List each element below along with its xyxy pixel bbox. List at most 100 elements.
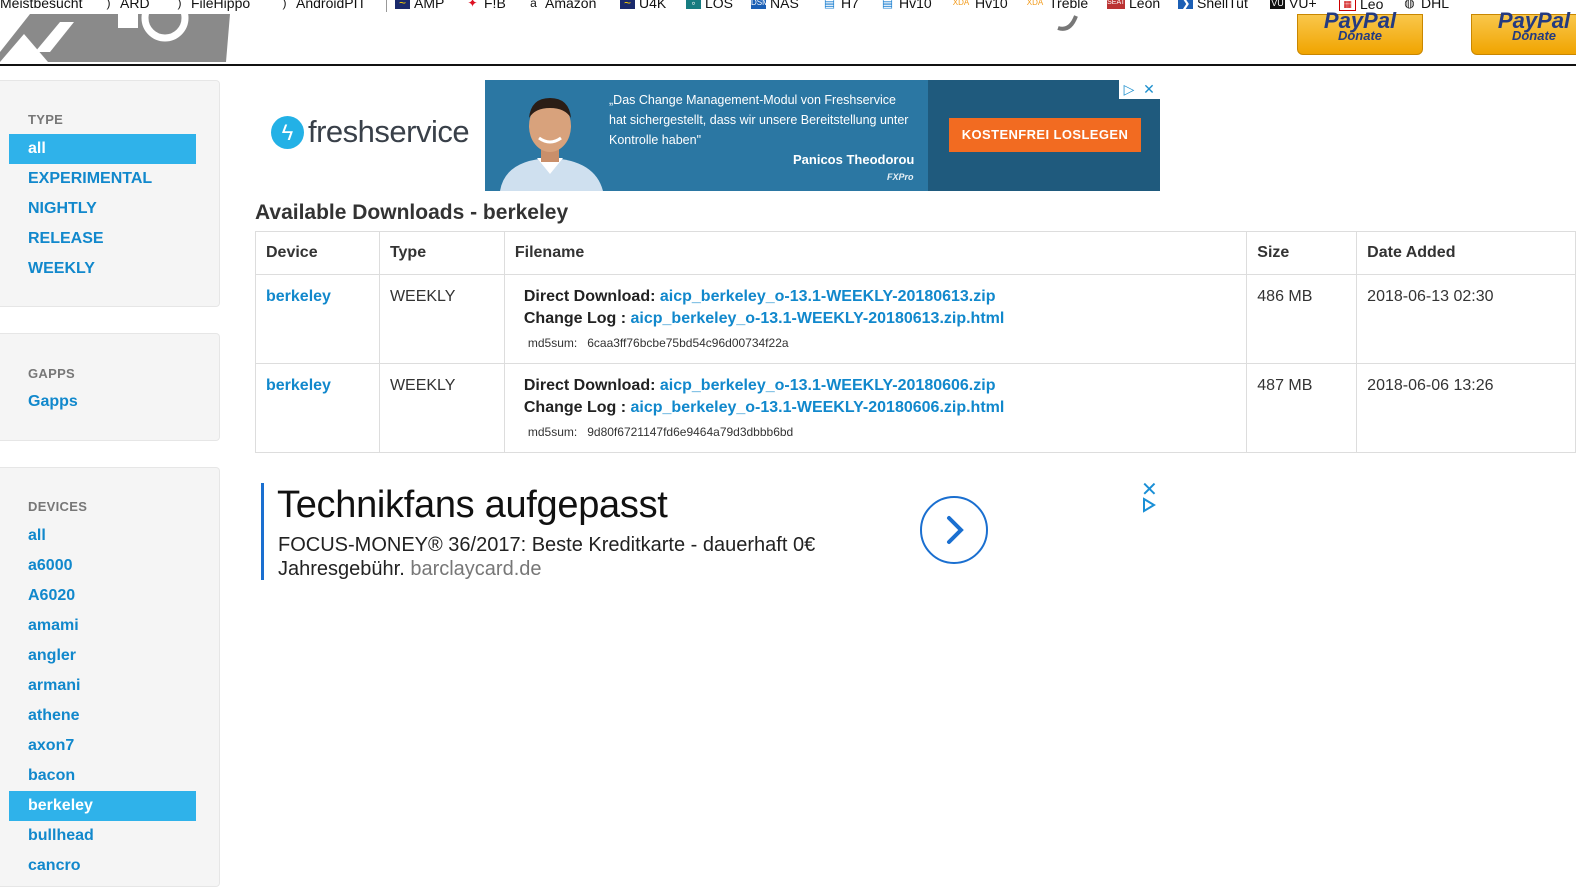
device-item-a6020[interactable]: A6020 [9, 581, 196, 611]
barclaycard-ad[interactable]: Technikfans aufgepasst FOCUS-MONEY® 36/2… [261, 479, 1161, 583]
direct-download-label: Direct Download [523, 288, 651, 305]
bookmark-label: Hv10 [899, 0, 932, 11]
leon-icon: SEAT [1107, 0, 1125, 9]
type-item-release[interactable]: RELEASE [9, 224, 196, 254]
direct-download-link[interactable]: aicp_berkeley_o-13.1-WEEKLY-20180606.zip [660, 377, 996, 394]
bookmark-shelltut[interactable]: ❯ ShellTut [1178, 0, 1248, 10]
date-cell: 2018-06-13 02:30 [1356, 274, 1576, 364]
bolt-icon: ϟ [271, 115, 304, 149]
changelog-label: Change Log [523, 310, 617, 327]
device-item-bullhead[interactable]: bullhead [9, 821, 196, 851]
direct-download-line: Direct Download: aicp_berkeley_o-13.1-WE… [523, 377, 996, 394]
bookmark-treble[interactable]: XDA Treble [1025, 0, 1088, 10]
ad-cta-button[interactable]: KOSTENFREI LOSLEGEN [949, 118, 1141, 152]
md5-value: 9d80f6721147fd6e9464a79d3dbbb6bd [587, 425, 794, 439]
bookmark-ard[interactable]: ) ARD [101, 0, 150, 11]
bookmark-nas[interactable]: DSM NAS [751, 0, 799, 11]
device-item-axon7[interactable]: axon7 [9, 731, 196, 761]
freshservice-logo[interactable]: ϟ freshservice [271, 114, 470, 150]
bookmark-separator [386, 0, 387, 12]
device-item-berkeley[interactable]: berkeley [9, 791, 196, 821]
size-cell: 487 MB [1246, 363, 1358, 453]
device-item-amami[interactable]: amami [9, 611, 196, 641]
size-cell: 486 MB [1246, 274, 1358, 364]
paypal-word: PayPal [1323, 8, 1397, 33]
bookmark-amp[interactable]: ~ AMP [395, 0, 445, 11]
adchoices-icon[interactable]: ▷ [1119, 80, 1139, 99]
bookmark-label: NAS [770, 0, 799, 11]
close-icon[interactable]: ✕ [1139, 80, 1159, 99]
bookmark-vu[interactable]: VU VU+ [1270, 0, 1317, 11]
device-item-athene[interactable]: athene [9, 701, 196, 731]
ad-choices[interactable]: ▷ ✕ [1119, 80, 1160, 99]
amazon-icon: a [530, 0, 537, 10]
person-photo [495, 88, 605, 191]
bookmark-meistbesucht[interactable]: Meistbesucht [0, 0, 82, 10]
bookmark-label: VU+ [1289, 0, 1317, 11]
paypal-word: PayPal [1497, 8, 1571, 33]
bookmark-androidpit[interactable]: ) AndroidPIT [277, 0, 367, 11]
bookmark-filehippo[interactable]: ) FileHippo [172, 0, 251, 10]
bookmark-fib[interactable]: ✦ F!B [465, 0, 505, 10]
col-header-size: Size [1246, 231, 1358, 275]
bookmark-los[interactable]: ◦ LOS [686, 0, 734, 11]
direct-download-line: Direct Download: aicp_berkeley_o-13.1-WE… [523, 288, 996, 305]
gapps-item[interactable]: Gapps [9, 387, 196, 417]
device-link[interactable]: berkeley [266, 288, 331, 305]
gapps-panel: GAPPS Gapps [0, 333, 220, 441]
device-link[interactable]: berkeley [266, 377, 331, 394]
col-header-date: Date Added [1356, 231, 1576, 275]
rss-icon: ) [282, 0, 287, 10]
device-item-all[interactable]: all [9, 521, 196, 551]
bookmark-label: AMP [414, 0, 445, 11]
md5-value: 6caa3ff76bcbe75bd54c96d00734f22a [587, 336, 789, 350]
ad-domain[interactable]: barclaycard.de [410, 558, 541, 580]
xda-icon: XDA [952, 0, 970, 7]
bookmark-hv10-xda[interactable]: XDA Hv10 [951, 0, 1008, 10]
device-item-a6000[interactable]: a6000 [9, 551, 196, 581]
freshservice-banner-ad[interactable]: „Das Change Management-Modul von Freshse… [485, 80, 1160, 191]
changelog-link[interactable]: aicp_berkeley_o-13.1-WEEKLY-20180606.zip… [631, 399, 1005, 416]
bookmark-label: LOS [705, 0, 734, 11]
col-header-device: Device [255, 231, 380, 275]
type-item-experimental[interactable]: EXPERIMENTAL [9, 164, 196, 194]
type-item-all[interactable]: all [9, 134, 196, 164]
fib-icon: ✦ [467, 0, 478, 10]
downloads-table: Device Type Filename Size Date Added ber… [255, 231, 1576, 453]
xda-icon: XDA [1026, 0, 1044, 7]
device-item-cancro[interactable]: cancro [9, 851, 196, 881]
bookmark-amazon[interactable]: a Amazon [526, 0, 596, 10]
bookmark-label: AndroidPIT [296, 0, 367, 11]
nas-icon: DSM [751, 0, 769, 9]
bookmark-dhl[interactable]: ◍ DHL [1402, 0, 1449, 10]
changelog-link[interactable]: aicp_berkeley_o-13.1-WEEKLY-20180613.zip… [631, 310, 1005, 327]
paypal-donate-button-2[interactable]: PayPal Donate [1471, 8, 1576, 55]
adchoices-icon[interactable] [1141, 497, 1157, 513]
device-item-armani[interactable]: armani [9, 671, 196, 701]
devices-title: DEVICES [28, 499, 88, 514]
aicp-logo[interactable] [0, 14, 230, 62]
paypal-donate-button[interactable]: PayPal Donate [1297, 8, 1423, 55]
type-item-weekly[interactable]: WEEKLY [9, 254, 196, 284]
header-divider [0, 64, 1576, 66]
device-item-bacon[interactable]: bacon [9, 761, 196, 791]
device-item-angler[interactable]: angler [9, 641, 196, 671]
changelog-line: Change Log : aicp_berkeley_o-13.1-WEEKLY… [523, 310, 1005, 327]
bookmark-u4k[interactable]: ~ U4K [620, 0, 666, 10]
ad-headline[interactable]: Technikfans aufgepasst [277, 484, 668, 527]
chevron-right-icon [947, 516, 964, 544]
hv10-icon: ▤ [881, 0, 894, 10]
type-item-nightly[interactable]: NIGHTLY [9, 194, 196, 224]
header-swoosh [1056, 14, 1080, 32]
ad-arrow-button[interactable] [920, 496, 988, 564]
ad-person-name: Panicos Theodorou [793, 152, 915, 167]
md5-line: md5sum: 9d80f6721147fd6e9464a79d3dbbb6bd [515, 425, 1246, 439]
bookmark-leon[interactable]: SEAT Leon [1107, 0, 1160, 10]
bookmark-hv10[interactable]: ▤ Hv10 [880, 0, 932, 11]
direct-download-link[interactable]: aicp_berkeley_o-13.1-WEEKLY-20180613.zip [660, 288, 996, 305]
page-title: Available Downloads - berkeley [255, 201, 569, 224]
bookmark-label: ARD [120, 0, 150, 11]
bookmark-h7[interactable]: ▤ H7 [822, 0, 859, 10]
changelog-label: Change Log [523, 399, 617, 416]
col-header-filename: Filename [503, 231, 1248, 275]
